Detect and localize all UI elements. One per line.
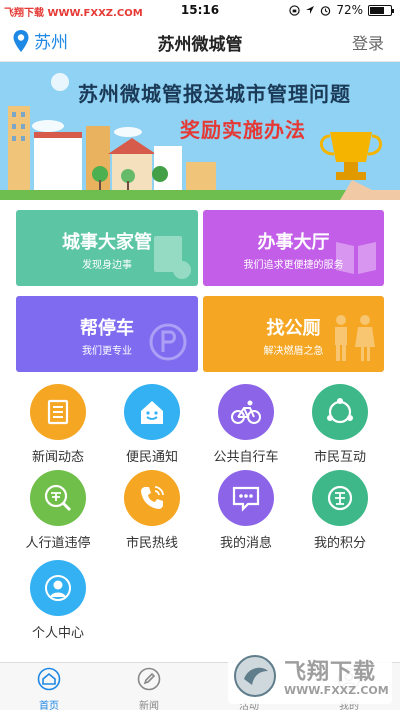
grid-item-interaction[interactable]: 市民互动 (290, 384, 390, 465)
grid-label: 人行道违停 (25, 536, 91, 551)
location-arrow-icon (306, 6, 315, 14)
grid-item-messages[interactable]: 我的消息 (196, 470, 296, 551)
download-site-watermark: 飞翔下载 WWW.FXXZ.COM (228, 648, 392, 704)
page-title: 苏州微城管 (157, 35, 243, 55)
grid-label: 便民通知 (125, 450, 178, 465)
bicycle-icon (218, 384, 274, 440)
grid-label: 市民互动 (313, 450, 366, 465)
violation-icon (30, 470, 86, 526)
house-smile-icon (124, 384, 180, 440)
watermark-brand: 飞翔下载 (284, 660, 377, 685)
tile-service-hall[interactable]: 办事大厅 我们追求更便捷的服务 (203, 210, 384, 286)
battery-percent: 72% (336, 3, 363, 17)
grid-item-sidewalk-parking[interactable]: 人行道违停 (8, 470, 108, 551)
battery-icon (368, 4, 394, 16)
points-icon (312, 470, 368, 526)
grid-item-news[interactable]: 新闻动态 (8, 384, 108, 465)
grid-item-personal-center[interactable]: 个人中心 (8, 560, 108, 641)
grid-item-notice[interactable]: 便民通知 (102, 384, 202, 465)
status-bar: 飞翔下载 WWW.FXXZ.COM 15:16 72% (0, 0, 400, 22)
tile-parking[interactable]: 帮停车 我们更专业 (16, 296, 198, 372)
grid-label: 个人中心 (31, 626, 84, 641)
phone-icon (124, 470, 180, 526)
watermark-logo-icon (234, 655, 276, 697)
grid-label: 我的积分 (313, 536, 366, 551)
promo-banner[interactable]: 苏州微城管报送城市管理问题 奖励实施办法 (0, 62, 400, 200)
user-icon (30, 560, 86, 616)
interaction-icon (312, 384, 368, 440)
banner-headline: 苏州微城管报送城市管理问题 (78, 82, 351, 106)
grid-label: 新闻动态 (31, 450, 84, 465)
watermark-url: WWW.FXXZ.COM (284, 684, 389, 697)
tile-city-affairs[interactable]: 城事大家管 发现身边事 (16, 210, 198, 286)
grid-label: 市民热线 (125, 536, 178, 551)
status-right: 72% (289, 3, 394, 17)
lock-rotation-icon (289, 4, 301, 16)
tile-public-toilet[interactable]: 找公厕 解决燃眉之急 (203, 296, 384, 372)
book-icon (336, 242, 376, 274)
battery-fill (370, 6, 385, 14)
parking-icon (149, 323, 187, 361)
pen-icon (137, 667, 161, 691)
grid-item-bicycle[interactable]: 公共自行车 (196, 384, 296, 465)
grid-label: 公共自行车 (213, 450, 279, 465)
nav-bar: 苏州 苏州微城管 登录 (0, 22, 400, 62)
newspaper-icon (30, 384, 86, 440)
login-button[interactable]: 登录 (352, 30, 384, 54)
grid-label: 我的消息 (219, 536, 272, 551)
home-icon (37, 667, 61, 691)
toilet-icon (335, 315, 375, 361)
message-icon (218, 470, 274, 526)
tab-news[interactable]: 新闻 (114, 667, 184, 712)
tab-home[interactable]: 首页 (14, 667, 84, 712)
grid-item-hotline[interactable]: 市民热线 (102, 470, 202, 551)
grid-item-points[interactable]: 我的积分 (290, 470, 390, 551)
banner-subheadline: 奖励实施办法 (180, 118, 306, 142)
alarm-icon (321, 5, 331, 16)
document-upload-icon (154, 236, 191, 279)
